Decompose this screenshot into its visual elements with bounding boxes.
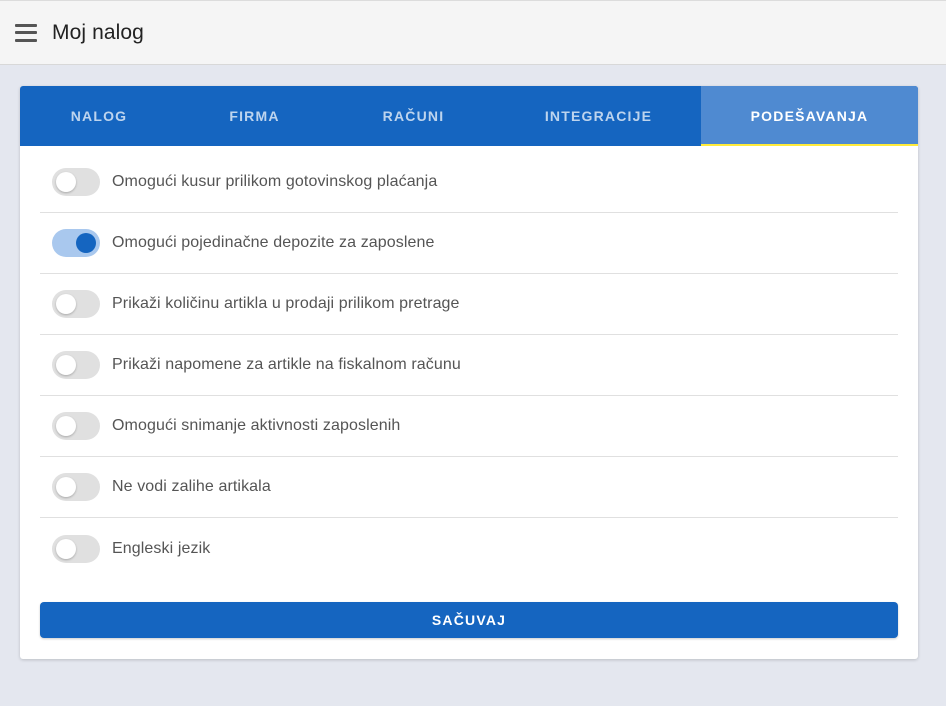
top-app-bar: Moj nalog <box>0 0 946 65</box>
setting-row-change: Omogući kusur prilikom gotovinskog plaća… <box>40 152 898 213</box>
toggle-knob <box>56 538 76 559</box>
toggle-knob <box>56 294 76 314</box>
setting-label: Prikaži napomene za artikle na fiskalnom… <box>112 356 461 373</box>
settings-list: Omogući kusur prilikom gotovinskog plaća… <box>20 146 918 579</box>
toggle-change-switch[interactable] <box>52 168 100 196</box>
toggle-activity-recording-switch[interactable] <box>52 412 100 440</box>
setting-row-show-quantity: Prikaži količinu artikla u prodaji prili… <box>40 274 898 335</box>
setting-row-no-stock: Ne vodi zalihe artikala <box>40 457 898 518</box>
tab-firma[interactable]: FIRMA <box>178 86 331 146</box>
setting-label: Engleski jezik <box>112 539 211 557</box>
setting-label: Ne vodi zalihe artikala <box>112 478 271 495</box>
setting-row-employee-deposits: Omogući pojedinačne depozite za zaposlen… <box>40 213 898 274</box>
tab-podesavanja[interactable]: PODEŠAVANJA <box>701 86 918 146</box>
setting-row-english: Engleski jezik <box>40 518 898 579</box>
page-title: Moj nalog <box>52 20 144 44</box>
toggle-item-notes-switch[interactable] <box>52 351 100 379</box>
toggle-knob <box>56 416 76 436</box>
toggle-show-quantity-switch[interactable] <box>52 290 100 318</box>
setting-label: Prikaži količinu artikla u prodaji prili… <box>112 295 460 312</box>
setting-label: Omogući pojedinačne depozite za zaposlen… <box>112 234 435 251</box>
account-card: NALOG FIRMA RAČUNI INTEGRACIJE PODEŠAVAN… <box>20 86 918 659</box>
toggle-english-switch[interactable] <box>52 534 100 563</box>
tab-racuni[interactable]: RAČUNI <box>331 86 496 146</box>
toggle-knob <box>56 172 76 192</box>
hamburger-menu-icon[interactable] <box>15 23 37 42</box>
save-button[interactable]: SAČUVAJ <box>40 602 898 638</box>
toggle-knob <box>56 355 76 375</box>
setting-label: Omogući snimanje aktivnosti zaposlenih <box>112 417 401 434</box>
tab-integracije[interactable]: INTEGRACIJE <box>496 86 701 146</box>
toggle-knob <box>76 233 96 253</box>
toggle-employee-deposits-switch[interactable] <box>52 229 100 257</box>
tab-bar: NALOG FIRMA RAČUNI INTEGRACIJE PODEŠAVAN… <box>20 86 918 146</box>
toggle-knob <box>56 477 76 497</box>
setting-row-item-notes: Prikaži napomene za artikle na fiskalnom… <box>40 335 898 396</box>
setting-label: Omogući kusur prilikom gotovinskog plaća… <box>112 173 438 190</box>
toggle-no-stock-switch[interactable] <box>52 473 100 501</box>
setting-row-activity-recording: Omogući snimanje aktivnosti zaposlenih <box>40 396 898 457</box>
tab-nalog[interactable]: NALOG <box>20 86 178 146</box>
